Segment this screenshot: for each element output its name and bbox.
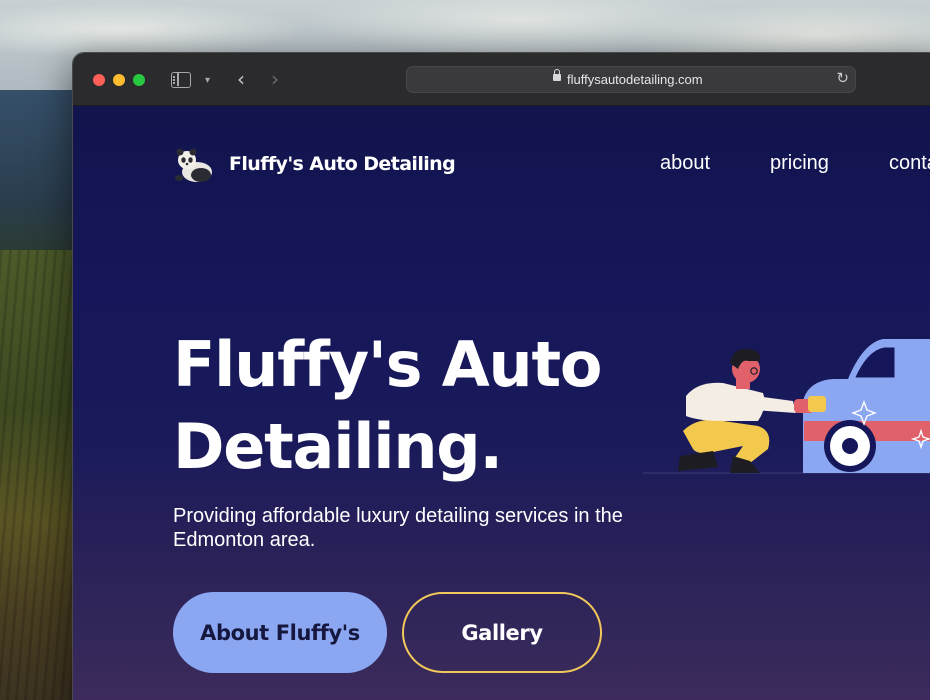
close-window-button[interactable] bbox=[93, 74, 105, 86]
car-detailing-illustration bbox=[643, 339, 930, 474]
nav-link-contact[interactable]: conta bbox=[889, 152, 930, 175]
brand-name[interactable]: Fluffy's Auto Detailing bbox=[229, 153, 456, 175]
url-text: fluffysautodetailing.com bbox=[567, 72, 703, 87]
hero-subtitle: Providing affordable luxury detailing se… bbox=[173, 505, 623, 551]
about-button-label: About Fluffy's bbox=[200, 620, 360, 645]
gallery-button[interactable]: Gallery bbox=[402, 592, 602, 673]
lock-icon bbox=[553, 69, 561, 81]
zoom-window-button[interactable] bbox=[133, 74, 145, 86]
web-page: Fluffy's Auto Detailing about pricing co… bbox=[73, 106, 930, 700]
nav-link-about[interactable]: about bbox=[660, 152, 710, 175]
gallery-button-label: Gallery bbox=[461, 620, 543, 645]
hero-title: Fluffy's Auto Detailing. bbox=[173, 328, 603, 483]
chevron-down-icon[interactable]: ▾ bbox=[205, 75, 210, 97]
sidebar-icon[interactable] bbox=[171, 72, 191, 88]
address-bar[interactable]: fluffysautodetailing.com ↻ bbox=[406, 66, 856, 93]
browser-toolbar: ▾ ‹ › fluffysautodetailing.com ↻ bbox=[73, 53, 930, 106]
minimize-window-button[interactable] bbox=[113, 74, 125, 86]
forward-icon[interactable]: › bbox=[271, 67, 279, 91]
browser-window: ▾ ‹ › fluffysautodetailing.com ↻ Fluffy'… bbox=[72, 52, 930, 700]
wallpaper-forest bbox=[0, 250, 80, 700]
nav-link-pricing[interactable]: pricing bbox=[770, 152, 829, 175]
wallpaper-mountains bbox=[0, 90, 80, 270]
back-icon[interactable]: ‹ bbox=[237, 67, 245, 91]
panda-logo-icon[interactable] bbox=[173, 145, 215, 185]
about-button[interactable]: About Fluffy's bbox=[173, 592, 387, 673]
reload-icon[interactable]: ↻ bbox=[836, 69, 849, 87]
